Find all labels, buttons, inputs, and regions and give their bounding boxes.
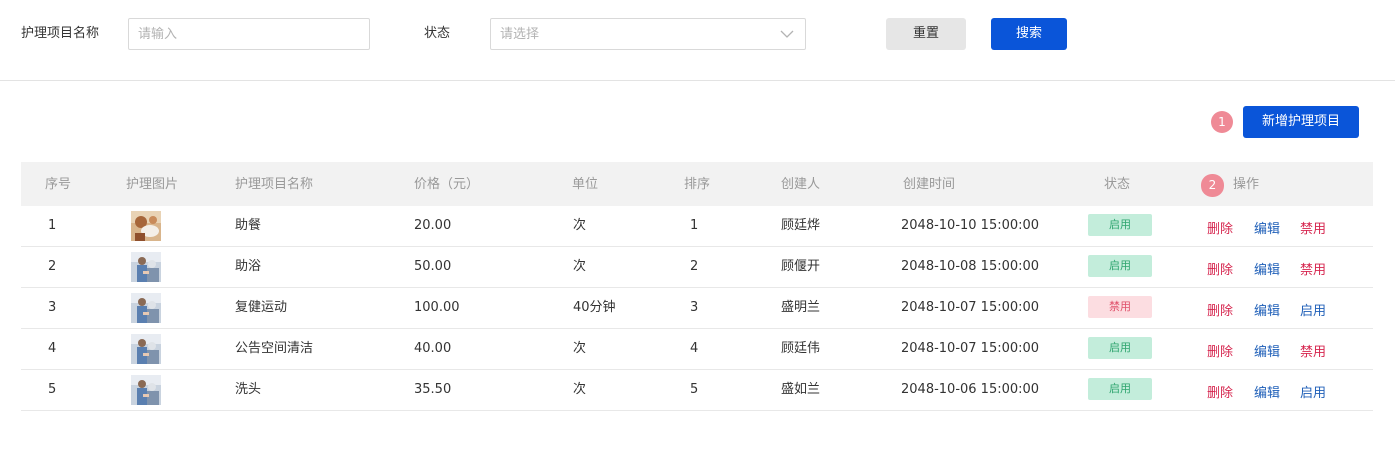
cell-order: 1 <box>690 218 699 233</box>
cell-index: 4 <box>48 341 57 356</box>
table-row: 3 复健运动 100.00 40分钟 3 盛明兰 2048-10-07 15:00:00 禁用… <box>21 288 1373 329</box>
status-badge: 启用 <box>1088 214 1152 236</box>
search-button[interactable]: 搜索 <box>991 18 1067 50</box>
cell-creator: 盛明兰 <box>781 300 821 315</box>
table-header: 序号 护理图片 护理项目名称 价格（元） 单位 排序 创建人 创建时间 状态 2… <box>21 162 1373 206</box>
cell-price: 100.00 <box>414 300 460 315</box>
toggle-status-link[interactable]: 禁用 <box>1300 262 1326 280</box>
cell-creator: 盛如兰 <box>781 382 821 397</box>
cell-name: 助浴 <box>235 259 262 274</box>
toggle-status-link[interactable]: 启用 <box>1300 303 1326 321</box>
edit-link[interactable]: 编辑 <box>1254 344 1280 362</box>
table-row: 2 助浴 50.00 次 2 顾偃开 2048-10-08 15:00:00 启用 删除 编辑 禁用 <box>21 247 1373 288</box>
header-unit: 单位 <box>572 177 599 192</box>
cell-order: 3 <box>690 300 699 315</box>
edit-link[interactable]: 编辑 <box>1254 221 1280 239</box>
table-row: 5 洗头 35.50 次 5 盛如兰 2048-10-06 15:00:00 启用 删除 编辑 启用 <box>21 370 1373 411</box>
toggle-status-link[interactable]: 禁用 <box>1300 344 1326 362</box>
cell-unit: 次 <box>573 259 587 274</box>
cell-price: 35.50 <box>414 382 452 397</box>
step-badge-1: 1 <box>1211 111 1233 133</box>
add-care-item-button[interactable]: 新增护理项目 <box>1243 106 1359 138</box>
status-badge: 启用 <box>1088 337 1152 359</box>
header-order: 排序 <box>684 177 711 192</box>
filter-bar: 护理项目名称 请输入 状态 请选择 重置 搜索 <box>0 0 1395 81</box>
table-row: 4 公告空间清洁 40.00 次 4 顾廷伟 2048-10-07 15:00:00 启用 删除… <box>21 329 1373 370</box>
step-badge-2: 2 <box>1201 174 1224 197</box>
care-item-thumbnail <box>131 293 161 323</box>
cell-unit: 次 <box>573 382 587 397</box>
care-item-thumbnail <box>131 334 161 364</box>
delete-link[interactable]: 删除 <box>1207 303 1233 321</box>
delete-link[interactable]: 删除 <box>1207 262 1233 280</box>
chevron-down-icon <box>780 30 794 38</box>
table-row: 1 助餐 20.00 次 1 顾廷烨 2048-10-10 15:00:00 启用 删除 编辑 禁用 <box>21 206 1373 247</box>
header-price: 价格（元） <box>414 177 480 192</box>
cell-name: 助餐 <box>235 218 262 233</box>
name-search-placeholder: 请输入 <box>138 27 178 42</box>
cell-price: 20.00 <box>414 218 452 233</box>
status-badge: 启用 <box>1088 378 1152 400</box>
edit-link[interactable]: 编辑 <box>1254 385 1280 403</box>
care-item-thumbnail <box>131 252 161 282</box>
cell-price: 40.00 <box>414 341 452 356</box>
status-badge: 禁用 <box>1088 296 1152 318</box>
cell-price: 50.00 <box>414 259 452 274</box>
header-created-time: 创建时间 <box>903 177 956 192</box>
status-select-placeholder: 请选择 <box>500 27 540 42</box>
toggle-status-link[interactable]: 禁用 <box>1300 221 1326 239</box>
cell-order: 5 <box>690 382 699 397</box>
cell-name: 公告空间清洁 <box>235 341 314 356</box>
cell-created-time: 2048-10-10 15:00:00 <box>901 218 1040 233</box>
header-index: 序号 <box>45 177 72 192</box>
cell-unit: 次 <box>573 341 587 356</box>
cell-creator: 顾偃开 <box>781 259 821 274</box>
edit-link[interactable]: 编辑 <box>1254 303 1280 321</box>
cell-order: 4 <box>690 341 699 356</box>
status-badge: 启用 <box>1088 255 1152 277</box>
delete-link[interactable]: 删除 <box>1207 221 1233 239</box>
header-actions: 操作 <box>1233 177 1260 192</box>
cell-created-time: 2048-10-06 15:00:00 <box>901 382 1040 397</box>
cell-unit: 40分钟 <box>573 300 616 315</box>
care-item-thumbnail <box>131 211 161 241</box>
cell-index: 3 <box>48 300 57 315</box>
cell-index: 1 <box>48 218 57 233</box>
status-filter-label: 状态 <box>424 26 451 41</box>
header-name: 护理项目名称 <box>235 177 314 192</box>
reset-button[interactable]: 重置 <box>886 18 966 50</box>
cell-unit: 次 <box>573 218 587 233</box>
cell-created-time: 2048-10-08 15:00:00 <box>901 259 1040 274</box>
cell-name: 复健运动 <box>235 300 288 315</box>
cell-index: 5 <box>48 382 57 397</box>
cell-name: 洗头 <box>235 382 262 397</box>
cell-order: 2 <box>690 259 699 274</box>
cell-index: 2 <box>48 259 57 274</box>
cell-creator: 顾廷烨 <box>781 218 821 233</box>
delete-link[interactable]: 删除 <box>1207 385 1233 403</box>
name-filter-label: 护理项目名称 <box>21 26 100 41</box>
header-status: 状态 <box>1104 177 1131 192</box>
status-select[interactable]: 请选择 <box>490 18 806 50</box>
cell-created-time: 2048-10-07 15:00:00 <box>901 300 1040 315</box>
header-image: 护理图片 <box>126 177 179 192</box>
delete-link[interactable]: 删除 <box>1207 344 1233 362</box>
toggle-status-link[interactable]: 启用 <box>1300 385 1326 403</box>
name-search-input[interactable]: 请输入 <box>128 18 370 50</box>
cell-created-time: 2048-10-07 15:00:00 <box>901 341 1040 356</box>
care-item-thumbnail <box>131 375 161 405</box>
cell-creator: 顾廷伟 <box>781 341 821 356</box>
edit-link[interactable]: 编辑 <box>1254 262 1280 280</box>
header-creator: 创建人 <box>781 177 821 192</box>
